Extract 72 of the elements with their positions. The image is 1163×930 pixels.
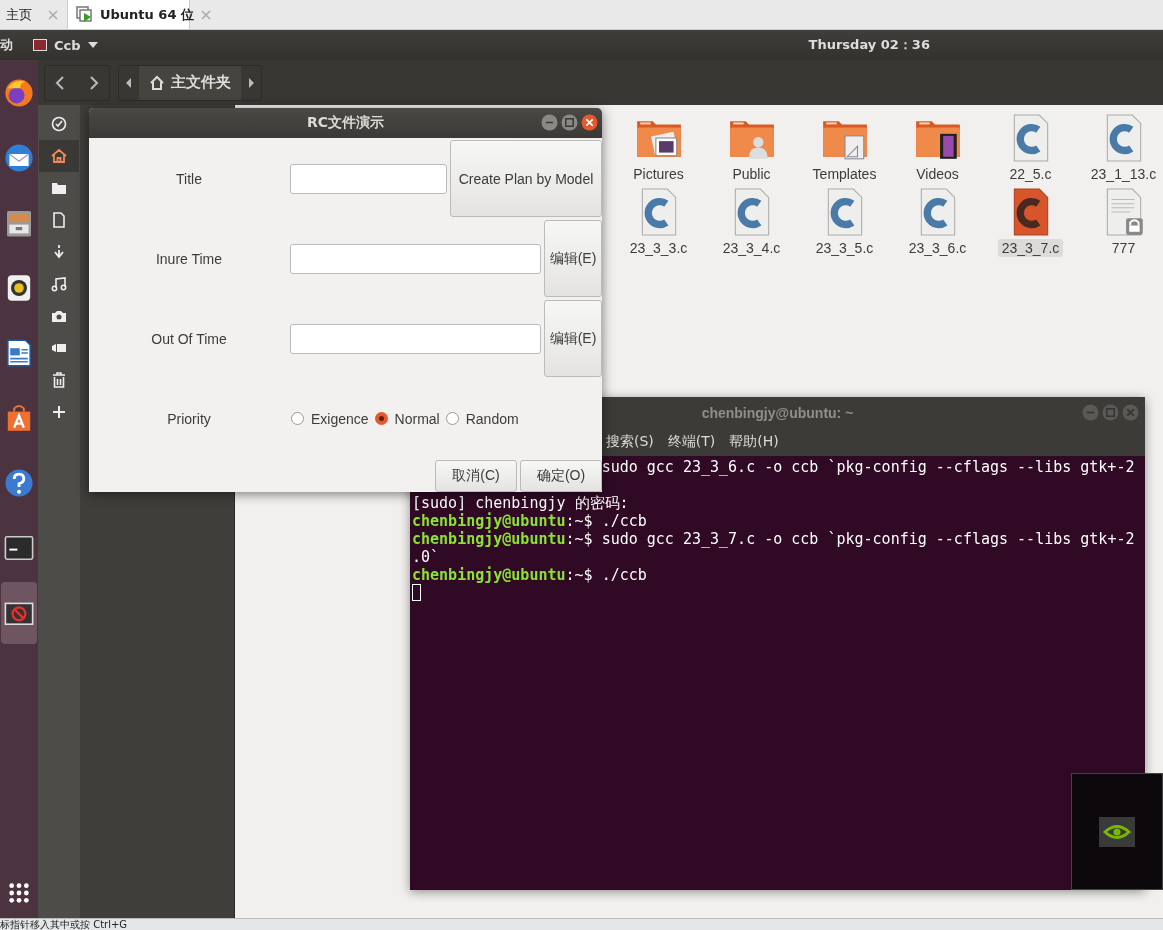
eye-logo-icon — [1099, 816, 1135, 847]
clock-icon — [51, 116, 67, 132]
field-label: Title — [175, 170, 203, 187]
terminal-line: .0` — [412, 548, 441, 566]
app-icon — [33, 39, 47, 51]
fox-globe-icon — [3, 77, 35, 109]
terminal-line: sudo gcc 23_3_6.c -o ccb `pkg-config --cflags --libs gtk+-2 — [601, 458, 1135, 476]
menu-item[interactable]: 帮助(H) — [729, 433, 779, 451]
dialog-button[interactable]: 确定(O) — [520, 460, 602, 492]
action-button[interactable]: 编辑(E) — [544, 300, 602, 377]
field-label: Inure Time — [154, 250, 224, 267]
radio-label: Normal — [394, 410, 440, 427]
document-icon — [51, 212, 67, 228]
file-item[interactable]: 23_3_6.c — [891, 187, 984, 257]
text-field[interactable] — [290, 243, 541, 274]
radio-option[interactable]: Random — [445, 410, 519, 427]
app-menu[interactable]: Ccb — [33, 37, 98, 53]
music-icon — [51, 276, 67, 292]
plus-icon — [51, 404, 67, 420]
file-item[interactable]: 23_3_5.c — [798, 187, 891, 257]
clock[interactable]: Thursday 02：36 — [808, 36, 930, 54]
status-text: 标指针移入其中或按 Ctrl+G — [0, 919, 128, 930]
radio-button[interactable] — [445, 412, 459, 425]
minimize-icon[interactable] — [541, 114, 558, 131]
file-item[interactable]: 23_1_13.c — [1077, 113, 1163, 183]
file-item[interactable]: Templates — [798, 113, 891, 183]
field-label: Out Of Time — [150, 330, 228, 347]
radio-button[interactable] — [291, 412, 304, 425]
radio-label: Random — [465, 410, 519, 427]
path-button[interactable]: 主文件夹 — [139, 65, 241, 100]
sidebar-item[interactable] — [39, 140, 79, 172]
terminal-line: chenbingjy@ubuntu:~$ ./ccb — [412, 512, 648, 530]
dialog-button[interactable]: 取消(C) — [435, 460, 517, 492]
file-item[interactable]: 777 — [1077, 187, 1163, 257]
terminal-line: [sudo] chenbingjy 的密码: — [412, 494, 630, 512]
action-button[interactable]: 编辑(E) — [544, 220, 602, 297]
window-title: RC文件演示 — [306, 114, 385, 132]
radio-button[interactable] — [374, 412, 388, 425]
download-icon — [51, 244, 67, 260]
file-item[interactable]: Public — [705, 113, 798, 183]
help-icon — [3, 467, 35, 499]
menu-item[interactable]: 终端(T) — [667, 433, 716, 451]
close-icon[interactable] — [581, 114, 598, 131]
folder-icon — [51, 180, 67, 196]
file-item[interactable]: 23_3_7.c — [984, 187, 1077, 257]
radio-label: Exigence — [311, 410, 369, 427]
activities-button[interactable]: 动 — [0, 36, 13, 54]
window-title: chenbingjy@ubuntu: ~ — [701, 404, 854, 421]
caret-icon — [87, 42, 98, 48]
home-icon — [51, 148, 67, 164]
file-item[interactable]: Pictures — [612, 113, 705, 183]
file-item[interactable]: 23_3_4.c — [705, 187, 798, 257]
show-applications-icon[interactable] — [8, 882, 30, 904]
file-item[interactable]: 22_5.c — [984, 113, 1077, 183]
virtual-machine-icon — [76, 5, 94, 24]
text-cursor — [412, 584, 421, 601]
radio-option[interactable]: Normal — [374, 410, 440, 427]
envelope-icon — [3, 142, 35, 174]
field-label: Priority — [166, 410, 212, 427]
radio-option[interactable]: Exigence — [291, 410, 369, 427]
action-button[interactable]: Create Plan by Model — [450, 140, 602, 217]
menu-item[interactable]: 搜索(S) — [606, 433, 654, 451]
file-item[interactable]: 23_3_3.c — [612, 187, 705, 257]
file-item[interactable]: Videos — [891, 113, 984, 183]
camera-icon — [51, 308, 67, 324]
terminal-line: chenbingjy@ubuntu:~$ ./ccb — [412, 566, 648, 584]
text-field[interactable] — [290, 323, 541, 354]
text-field[interactable] — [290, 163, 447, 194]
dock-item[interactable] — [1, 582, 37, 644]
trash-icon — [51, 372, 67, 388]
home-icon — [149, 74, 165, 91]
terminal-line: chenbingjy@ubuntu:~$ sudo gcc 23_3_7.c -o ccb `pkg-config --cflags --libs gtk+-2 — [412, 530, 1136, 548]
